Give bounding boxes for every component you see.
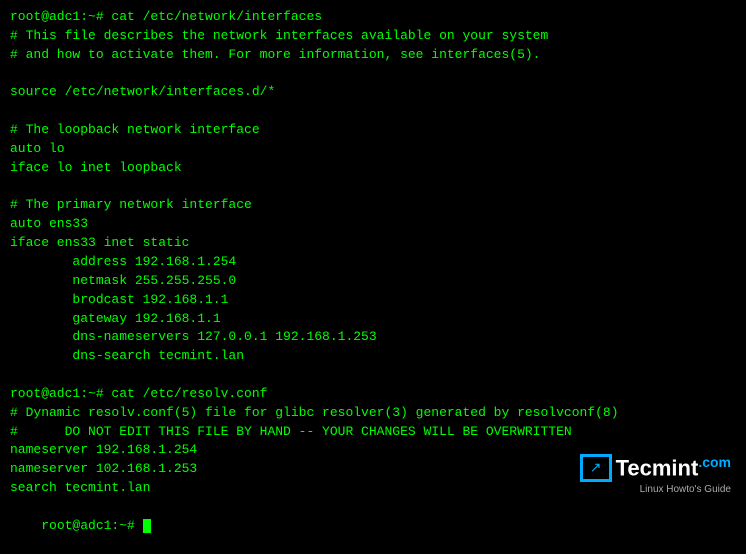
auto-lo: auto lo bbox=[10, 141, 65, 156]
line-22: # Dynamic resolv.conf(5) file for glibc … bbox=[10, 404, 736, 423]
nameserver-1: nameserver 192.168.1.254 bbox=[10, 442, 197, 457]
line-14: address 192.168.1.254 bbox=[10, 253, 736, 272]
line-15: netmask 255.255.255.0 bbox=[10, 272, 736, 291]
comment-loopback: # The loopback network interface bbox=[10, 122, 260, 137]
iface-lo: iface lo inet loopback bbox=[10, 160, 182, 175]
logo-name-text: Tecmint bbox=[616, 456, 699, 481]
line-23: # DO NOT EDIT THIS FILE BY HAND -- YOUR … bbox=[10, 423, 736, 442]
line-3: # and how to activate them. For more inf… bbox=[10, 46, 736, 65]
line-11: # The primary network interface bbox=[10, 196, 736, 215]
terminal-window: root@adc1:~# cat /etc/network/interfaces… bbox=[0, 0, 746, 513]
line-21: root@adc1:~# cat /etc/resolv.conf bbox=[10, 385, 736, 404]
tecmint-logo: Tecmint.com Linux Howto's Guide bbox=[580, 454, 731, 495]
dns-nameservers-line: dns-nameservers 127.0.0.1 192.168.1.253 bbox=[10, 329, 377, 344]
comment-dynamic: # Dynamic resolv.conf(5) file for glibc … bbox=[10, 405, 619, 420]
logo-dot: .com bbox=[698, 454, 731, 470]
warning-line: # DO NOT EDIT THIS FILE BY HAND -- YOUR … bbox=[10, 424, 572, 439]
logo-name: Tecmint.com bbox=[616, 454, 731, 481]
prompt-text: root@adc1:~# cat /etc/network/interfaces bbox=[10, 9, 322, 24]
comment-text: # This file describes the network interf… bbox=[10, 28, 548, 43]
source-line: source /etc/network/interfaces.d/* bbox=[10, 84, 275, 99]
iface-ens33: iface ens33 inet static bbox=[10, 235, 189, 250]
line-12: auto ens33 bbox=[10, 215, 736, 234]
logo-icon bbox=[580, 454, 612, 482]
address-line: address 192.168.1.254 bbox=[10, 254, 236, 269]
line-16: brodcast 192.168.1.1 bbox=[10, 291, 736, 310]
nameserver-2: nameserver 102.168.1.253 bbox=[10, 461, 197, 476]
comment-text: # and how to activate them. For more inf… bbox=[10, 47, 541, 62]
line-9: iface lo inet loopback bbox=[10, 159, 736, 178]
line-13: iface ens33 inet static bbox=[10, 234, 736, 253]
final-prompt: root@adc1:~# bbox=[41, 518, 142, 533]
auto-ens33: auto ens33 bbox=[10, 216, 88, 231]
line-19: dns-search tecmint.lan bbox=[10, 347, 736, 366]
line-blank-2 bbox=[10, 102, 736, 121]
line-8: auto lo bbox=[10, 140, 736, 159]
line-7: # The loopback network interface bbox=[10, 121, 736, 140]
line-17: gateway 192.168.1.1 bbox=[10, 310, 736, 329]
comment-primary: # The primary network interface bbox=[10, 197, 252, 212]
line-blank-3 bbox=[10, 178, 736, 197]
brodcast-line: brodcast 192.168.1.1 bbox=[10, 292, 228, 307]
line-blank-4 bbox=[10, 366, 736, 385]
line-27: root@adc1:~# bbox=[10, 498, 736, 554]
netmask-line: netmask 255.255.255.0 bbox=[10, 273, 236, 288]
line-2: # This file describes the network interf… bbox=[10, 27, 736, 46]
cursor-block bbox=[143, 519, 151, 533]
line-18: dns-nameservers 127.0.0.1 192.168.1.253 bbox=[10, 328, 736, 347]
line-5: source /etc/network/interfaces.d/* bbox=[10, 83, 736, 102]
gateway-line: gateway 192.168.1.1 bbox=[10, 311, 221, 326]
prompt-resolv: root@adc1:~# cat /etc/resolv.conf bbox=[10, 386, 267, 401]
logo-tagline: Linux Howto's Guide bbox=[580, 484, 731, 495]
line-blank-1 bbox=[10, 65, 736, 84]
line-1: root@adc1:~# cat /etc/network/interfaces bbox=[10, 8, 736, 27]
search-line: search tecmint.lan bbox=[10, 480, 150, 495]
dns-search-line: dns-search tecmint.lan bbox=[10, 348, 244, 363]
logo-container: Tecmint.com bbox=[580, 454, 731, 482]
